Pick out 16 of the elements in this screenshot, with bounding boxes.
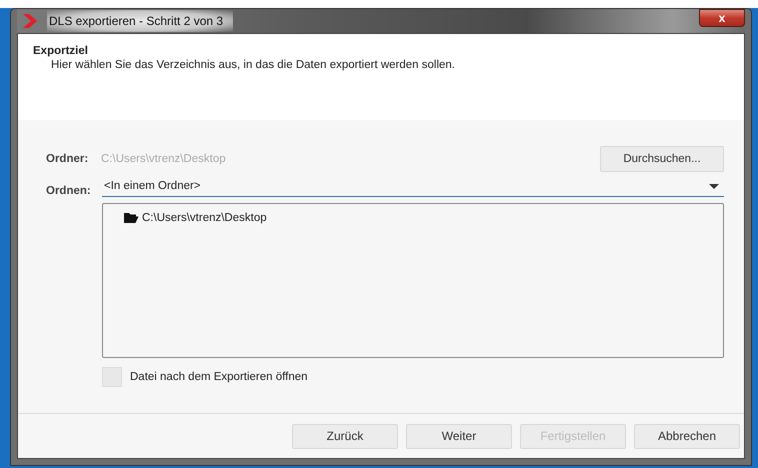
- checkbox-label: Datei nach dem Exportieren öffnen: [130, 371, 308, 383]
- close-button[interactable]: x: [699, 9, 745, 27]
- field-label: Ordner:: [46, 153, 90, 165]
- footer-button[interactable]: Zurück: [292, 424, 398, 448]
- field-label: Ordnen:: [46, 185, 92, 197]
- caret-icon: [709, 184, 719, 188]
- section-title: Exportziel: [33, 45, 89, 57]
- folder-path: C:\Users\vtrenz\Desktop: [101, 153, 226, 165]
- checkbox[interactable]: [102, 367, 122, 387]
- folder-icon: [123, 212, 139, 224]
- arrange-dropdown[interactable]: <In einem Ordner>: [102, 176, 724, 197]
- section-description: Hier wählen Sie das Verzeichnis aus, in das die Daten exportiert werden sollen.: [51, 59, 456, 71]
- window-title: DLS exportieren - Schritt 2 von 3: [47, 10, 234, 32]
- footer-button[interactable]: Abbrechen: [634, 424, 740, 448]
- footer-button[interactable]: Weiter: [406, 424, 512, 448]
- tree-item[interactable]: C:\Users\vtrenz\Desktop: [142, 212, 267, 224]
